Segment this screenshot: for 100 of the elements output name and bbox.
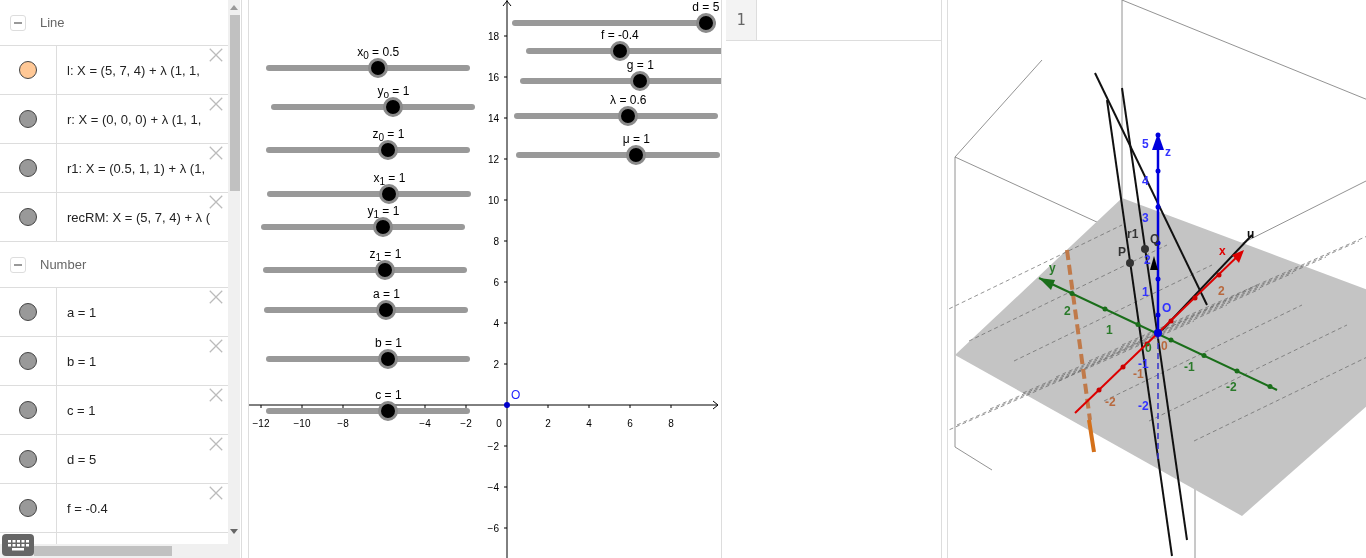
algebra-text: r1: X = (0.5, 1, 1) + λ (1, [67,160,205,176]
point[interactable] [1141,245,1149,253]
tick-label: 6 [627,418,633,429]
slider-thumb[interactable] [373,217,394,237]
algebra-item[interactable]: r: X = (0, 0, 0) + λ (1, 1, [0,95,228,144]
tick-label: −10 [293,418,311,429]
slider-track[interactable] [266,147,470,153]
slider-thumb[interactable] [383,97,404,117]
slider-label: f = -0.4 [601,28,639,42]
algebra-item[interactable]: a = 1 [0,288,228,337]
visibility-toggle[interactable] [19,61,37,79]
point[interactable] [1126,259,1134,267]
scrollbar[interactable] [228,0,240,558]
slider-label: b = 1 [374,336,402,350]
slider-label: d = 5 [692,0,720,14]
slider-thumb[interactable] [379,184,400,204]
algebra-text: d = 5 [67,451,97,467]
slider-track[interactable] [514,113,718,119]
visibility-toggle[interactable] [19,110,37,128]
algebra-item[interactable]: l: X = (5, 7, 4) + λ (1, 1, [0,46,228,95]
slider-thumb[interactable] [609,41,630,61]
tick-label: 0 [496,418,502,429]
axis-label: x [1219,244,1226,258]
slider-track[interactable] [526,48,721,54]
slider-thumb[interactable] [695,13,716,33]
slider-thumb[interactable] [378,140,399,160]
slider-track[interactable] [266,408,470,414]
axis-label: 0 [1145,341,1152,355]
visibility-toggle[interactable] [19,303,37,321]
axis-label: -2 [1105,395,1116,409]
tick-label: −12 [252,418,270,429]
tick-label: 8 [493,236,499,247]
slider-label: x$_{1}$ = 1 [373,171,406,190]
algebra-item[interactable]: c = 1 [0,386,228,435]
collapse-button[interactable] [10,256,26,273]
group-title: Line [40,15,65,30]
tick-label: −4 [487,482,499,493]
tick-label: 8 [668,418,674,429]
axis-label: y [1049,261,1056,275]
slider-label: a = 1 [372,287,400,301]
axis-label: z [1165,145,1171,159]
tick-label: 10 [487,195,499,206]
axis-label: 1 [1142,285,1149,299]
algebra-text: recRM: X = (5, 7, 4) + λ ( [67,209,211,225]
tick-label: 12 [487,154,499,165]
slider-label: μ = 1 [622,132,650,146]
slider-track[interactable] [264,307,468,313]
algebra-item[interactable]: r1: X = (0.5, 1, 1) + λ (1, [0,144,228,193]
slider-thumb[interactable] [378,349,399,369]
tick-label: −6 [487,523,499,534]
visibility-toggle[interactable] [19,499,37,517]
visibility-toggle[interactable] [19,159,37,177]
slider-track[interactable] [261,224,465,230]
row-header[interactable]: 1 [726,0,757,40]
slider-thumb[interactable] [375,260,396,280]
axis-label: 0 [1161,339,1168,353]
slider-label: g = 1 [626,58,654,72]
slider-thumb[interactable] [618,106,639,126]
algebra-item[interactable]: f = -0.4 [0,484,228,533]
origin-point[interactable] [504,402,510,408]
axis-label: 3 [1142,211,1149,225]
algebra-text: a = 1 [67,304,97,320]
algebra-item[interactable]: b = 1 [0,337,228,386]
keyboard-button[interactable] [2,534,34,556]
slider-track[interactable] [263,267,467,273]
axis-label: -2 [1138,399,1149,413]
axis-label: -2 [1226,380,1237,394]
collapse-button[interactable] [10,14,26,31]
slider-thumb[interactable] [630,71,651,91]
slider-thumb[interactable] [378,401,399,421]
slider-track[interactable] [520,78,721,84]
slider-track[interactable] [266,356,470,362]
tick-label: 14 [487,113,499,124]
slider-thumb[interactable] [368,58,389,78]
slider-thumb[interactable] [376,300,397,320]
visibility-toggle[interactable] [19,352,37,370]
scroll-down-icon[interactable] [229,528,239,536]
slider-track[interactable] [267,191,471,197]
visibility-toggle[interactable] [19,208,37,226]
tick-label: 18 [487,31,499,42]
tick-label: 16 [487,72,499,83]
slider-thumb[interactable] [626,145,647,165]
slider-track[interactable] [271,104,475,110]
tick-label: −8 [337,418,349,429]
tick-label: 2 [545,418,551,429]
algebra-text: l: X = (5, 7, 4) + λ (1, 1, [67,62,200,78]
algebra-item[interactable]: recRM: X = (5, 7, 4) + λ ( [0,193,228,242]
axis-label: 1 [1106,323,1113,337]
slider-label: z$_{1}$ = 1 [369,247,402,266]
axis-label: 2 [1064,304,1071,318]
visibility-toggle[interactable] [19,401,37,419]
visibility-toggle[interactable] [19,450,37,468]
algebra-item[interactable]: d = 5 [0,435,228,484]
tick-label: 6 [493,277,499,288]
slider-track[interactable] [516,152,720,158]
slider-label: y$_{o}$ = 1 [377,84,410,103]
axis-label: O [1162,301,1172,315]
point-label: O [511,388,521,402]
slider-track[interactable] [266,65,470,71]
axis-label: 2 [1218,284,1225,298]
